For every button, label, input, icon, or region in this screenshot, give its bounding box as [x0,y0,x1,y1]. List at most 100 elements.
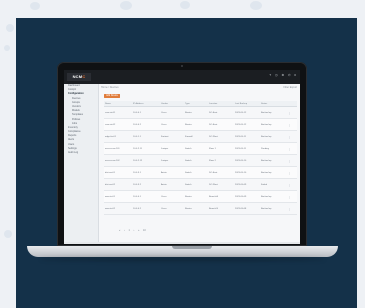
table-cell: 2023-05-09 [234,190,260,203]
pager-next-button[interactable]: › [134,229,135,232]
table-cell: 2023-05-10 [234,166,260,179]
table-cell: Arista [160,178,184,191]
table-cell: 10.0.3.1 [132,166,160,179]
table-cell: DC-West [208,130,234,143]
table-cell: Cisco [160,118,184,131]
table-cell: Arista [160,166,184,179]
table-cell: Backed up [260,118,287,131]
background-dot [30,2,40,10]
camera-icon [181,65,183,67]
table-cell: DC-East [208,166,234,179]
breadcrumb: Home / Devices [101,86,119,89]
table-row[interactable]: edge-fw-01 10.0.1.1 Fortinet Firewall DC-Wes… [104,130,297,143]
table-cell: 2023-05-12 [234,118,260,131]
pager-prev-button[interactable]: ‹ [124,229,125,232]
table-cell: 10.0.2.12 [132,154,160,167]
sidebar-item[interactable]: Audit Log [64,151,98,155]
row-menu-icon[interactable]: ⋮ [287,202,297,215]
power-icon[interactable]: ⏻ [288,73,290,77]
table-row[interactable]: core-rtr-02 10.0.0.2 Cisco Router DC-East 202… [104,118,297,131]
table-cell: Floor 1 [208,142,234,155]
table-cell: 2023-05-09 [234,178,260,191]
table-cell: Router [184,202,208,215]
table-cell: Router [184,190,208,203]
table-cell: core-rtr-02 [104,118,132,131]
pager-current-page[interactable]: 1 [128,229,129,232]
background-dot [4,45,10,51]
table-row[interactable]: wan-rtr-01 10.0.4.1 Cisco Router Branch A 202… [104,190,297,203]
table-cell: Fortinet [160,130,184,143]
row-menu-icon[interactable]: ⋮ [287,142,297,155]
pager-first-button[interactable]: « [119,229,120,232]
table-row[interactable]: dist-sw-02 10.0.3.2 Arista Switch DC-West 202… [104,178,297,191]
table-row[interactable]: wan-rtr-02 10.0.4.2 Cisco Router Branch B 202… [104,202,297,215]
row-menu-icon[interactable]: ⋮ [287,166,297,179]
add-device-button[interactable]: Add Device [104,94,120,98]
table-cell: Failed [260,178,287,191]
table-cell: Switch [184,166,208,179]
table-cell: Backed up [260,154,287,167]
background-dot [120,1,132,10]
table-row[interactable]: access-sw-102 10.0.2.12 Juniper Switch Floor… [104,154,297,167]
background-dot [6,24,14,32]
table-row[interactable]: dist-sw-01 10.0.3.1 Arista Switch DC-East 202… [104,166,297,179]
gear-icon[interactable]: ⚙ [281,73,284,77]
laptop-base [27,246,338,257]
clock-icon[interactable]: ◷ [275,73,278,77]
table-cell: Juniper [160,154,184,167]
row-menu-icon[interactable]: ⋮ [287,130,297,143]
toolbar-actions[interactable]: Filter Export [284,86,297,89]
table-cell: Router [184,118,208,131]
table-cell: dist-sw-02 [104,178,132,191]
help-icon[interactable]: ? [269,73,271,77]
table-cell: Pending [260,142,287,155]
table-cell: Juniper [160,142,184,155]
laptop-lid: NCMC ? ◷ ⚙ ⏻ ≡ Dashboard Cockpit Configura… [57,62,307,246]
status-strip [64,242,300,244]
menu-icon[interactable]: ≡ [294,73,296,77]
table-cell: Cisco [160,106,184,119]
table-cell: Backed up [260,190,287,203]
table-cell: 10.0.4.1 [132,190,160,203]
row-menu-icon[interactable]: ⋮ [287,154,297,167]
table-cell: 2023-05-11 [234,142,260,155]
table-cell: Backed up [260,106,287,119]
background-dot [180,1,190,9]
topbar-icons: ? ◷ ⚙ ⏻ ≡ [266,73,296,77]
row-menu-icon[interactable]: ⋮ [287,118,297,131]
table-cell: access-sw-101 [104,142,132,155]
app-logo[interactable]: NCMC [67,73,91,81]
table-cell: 10.0.1.1 [132,130,160,143]
table-cell: Backed up [260,166,287,179]
table-cell: Backed up [260,202,287,215]
table-cell: dist-sw-01 [104,166,132,179]
table-cell: Branch A [208,190,234,203]
table-row[interactable]: core-rtr-01 10.0.0.1 Cisco Router DC-East 202… [104,106,297,119]
pager-last-button[interactable]: » [138,229,139,232]
laptop-screen: NCMC ? ◷ ⚙ ⏻ ≡ Dashboard Cockpit Configura… [64,70,300,244]
laptop-notch [172,246,212,249]
table-cell: DC-East [208,106,234,119]
background-dot [250,1,262,10]
table-cell: Switch [184,154,208,167]
app-topbar: NCMC ? ◷ ⚙ ⏻ ≡ [64,70,300,84]
table-cell: 10.0.2.11 [132,142,160,155]
table-cell: DC-East [208,118,234,131]
main-content: Home / Devices Filter Export Add Device … [99,84,300,244]
table-cell: 2023-05-12 [234,106,260,119]
table-cell: core-rtr-01 [104,106,132,119]
table-cell: 2023-05-08 [234,202,260,215]
table-cell: 10.0.3.2 [132,178,160,191]
sidebar: Dashboard Cockpit Configuration Devices Grou… [64,84,99,244]
row-menu-icon[interactable]: ⋮ [287,190,297,203]
table-cell: Cisco [160,202,184,215]
table-row[interactable]: access-sw-101 10.0.2.11 Juniper Switch Floor… [104,142,297,155]
laptop-shadow [40,257,325,261]
table-cell: wan-rtr-01 [104,190,132,203]
table-cell: 2023-05-11 [234,130,260,143]
row-menu-icon[interactable]: ⋮ [287,178,297,191]
table-cell: Floor 2 [208,154,234,167]
row-menu-icon[interactable]: ⋮ [287,106,297,119]
pager-per-page[interactable]: 10 [143,229,146,232]
table-cell: Cisco [160,190,184,203]
